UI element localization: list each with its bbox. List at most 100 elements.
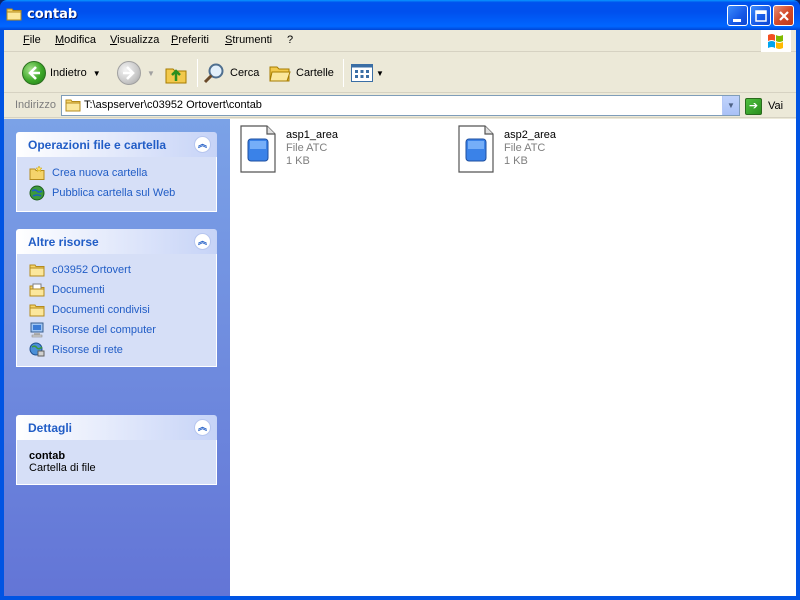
details-title: Dettagli — [28, 421, 73, 435]
menu-strumenti[interactable]: Strumenti — [225, 34, 272, 46]
other-places-panel: Altre risorse ︽ c03952 Ortovert Document… — [16, 229, 217, 367]
other-places-header[interactable]: Altre risorse ︽ — [16, 229, 217, 254]
details-panel: Dettagli ︽ contab Cartella di file — [16, 415, 217, 485]
go-button[interactable]: ➔ Vai — [745, 97, 793, 115]
file-name: asp1_area — [286, 129, 338, 141]
file-tasks-title: Operazioni file e cartella — [28, 138, 167, 152]
place-label: Risorse di rete — [52, 344, 123, 356]
computer-icon — [29, 322, 45, 338]
collapse-chevron-icon[interactable]: ︽ — [194, 136, 211, 153]
task-label: Pubblica cartella sul Web — [52, 187, 176, 199]
folders-icon — [269, 66, 291, 82]
other-places-title: Altre risorse — [28, 235, 99, 249]
back-dropdown-icon[interactable]: ▼ — [93, 69, 101, 78]
views-dropdown-icon[interactable]: ▼ — [376, 69, 384, 78]
go-arrow-icon: ➔ — [745, 97, 762, 115]
other-places-body: c03952 Ortovert Documenti Documenti cond… — [16, 254, 217, 367]
documents-icon — [29, 282, 45, 298]
details-body: contab Cartella di file — [16, 440, 217, 485]
new-folder-icon — [29, 165, 45, 181]
folders-button[interactable]: Cartelle — [268, 57, 334, 89]
window-border-bottom — [0, 596, 800, 600]
file-type: File ATC — [504, 142, 546, 154]
address-value: T:\aspserver\c03952 Ortovert\contab — [84, 99, 262, 111]
folder-icon — [6, 8, 22, 21]
forward-dropdown-icon[interactable]: ▼ — [147, 69, 155, 78]
window-title: contab — [27, 7, 78, 22]
file-list-view[interactable]: asp1_area File ATC 1 KB asp2_area File A… — [230, 119, 796, 596]
views-icon — [351, 64, 373, 82]
search-button[interactable]: Cerca — [202, 57, 259, 89]
file-tasks-body: Crea nuova cartella Pubblica cartella su… — [16, 157, 217, 212]
folder-icon — [65, 99, 81, 112]
publish-web-icon — [29, 185, 45, 201]
file-size: 1 KB — [286, 155, 310, 167]
close-icon — [779, 11, 789, 21]
back-label: Indietro — [50, 67, 87, 79]
toolbar-separator — [343, 59, 344, 87]
atc-file-icon — [458, 125, 494, 173]
window-client: File Modifica Visualizza Preferiti Strum… — [4, 30, 796, 596]
collapse-chevron-icon[interactable]: ︽ — [194, 419, 211, 436]
windows-logo — [761, 30, 791, 52]
folder-icon — [29, 262, 45, 278]
menu-preferiti[interactable]: Preferiti — [171, 34, 209, 46]
menu-help[interactable]: ? — [287, 34, 293, 46]
details-type: Cartella di file — [29, 462, 96, 474]
task-pane: Operazioni file e cartella ︽ Crea nuova … — [4, 119, 230, 596]
file-item[interactable]: asp1_area File ATC 1 KB — [230, 123, 430, 175]
title-bar[interactable]: contab — [0, 0, 800, 30]
forward-arrow-icon — [117, 61, 141, 85]
task-publish-web[interactable]: Pubblica cartella sul Web — [29, 183, 216, 203]
back-arrow-icon — [22, 61, 46, 85]
toolbar-separator — [197, 59, 198, 87]
maximize-icon — [755, 10, 767, 22]
task-label: Crea nuova cartella — [52, 167, 148, 179]
explorer-window: contab File Modifica Visualizza Preferit… — [0, 0, 800, 600]
address-dropdown-icon[interactable]: ▼ — [722, 96, 739, 115]
details-header[interactable]: Dettagli ︽ — [16, 415, 217, 440]
place-network[interactable]: Risorse di rete — [29, 340, 216, 360]
place-label: Documenti — [52, 284, 105, 296]
place-shared-documents[interactable]: Documenti condivisi — [29, 300, 216, 320]
collapse-chevron-icon[interactable]: ︽ — [194, 233, 211, 250]
folders-label: Cartelle — [296, 67, 334, 79]
address-bar: Indirizzo T:\aspserver\c03952 Ortovert\c… — [4, 94, 796, 118]
toolbar: Indietro ▼ ▼ Cerca Cartelle ▼ — [4, 53, 796, 93]
task-new-folder[interactable]: Crea nuova cartella — [29, 163, 216, 183]
search-label: Cerca — [230, 67, 260, 79]
menu-visualizza[interactable]: Visualizza — [110, 34, 159, 46]
windows-flag-icon — [768, 34, 783, 49]
file-item[interactable]: asp2_area File ATC 1 KB — [448, 123, 648, 175]
file-type: File ATC — [286, 142, 328, 154]
back-button[interactable]: Indietro ▼ — [22, 57, 101, 89]
up-folder-button[interactable] — [164, 57, 188, 89]
network-icon — [29, 342, 45, 358]
forward-button[interactable]: ▼ — [117, 57, 155, 89]
minimize-icon — [733, 19, 741, 22]
close-button[interactable] — [773, 5, 794, 26]
place-label: Risorse del computer — [52, 324, 156, 336]
place-my-computer[interactable]: Risorse del computer — [29, 320, 216, 340]
details-name: contab — [29, 450, 66, 462]
file-tasks-header[interactable]: Operazioni file e cartella ︽ — [16, 132, 217, 157]
place-documents[interactable]: Documenti — [29, 280, 216, 300]
place-parent-folder[interactable]: c03952 Ortovert — [29, 260, 216, 280]
views-button[interactable]: ▼ — [350, 57, 384, 89]
menu-file[interactable]: File — [23, 34, 41, 46]
file-size: 1 KB — [504, 155, 528, 167]
search-icon — [203, 63, 224, 84]
menu-modifica[interactable]: Modifica — [55, 34, 96, 46]
address-label: Indirizzo — [15, 99, 56, 111]
folder-icon — [29, 302, 45, 318]
address-input[interactable]: T:\aspserver\c03952 Ortovert\contab ▼ — [61, 95, 740, 116]
place-label: Documenti condivisi — [52, 304, 150, 316]
window-border-right — [796, 30, 800, 600]
maximize-button[interactable] — [750, 5, 771, 26]
menu-bar: File Modifica Visualizza Preferiti Strum… — [4, 30, 796, 52]
file-name: asp2_area — [504, 129, 556, 141]
atc-file-icon — [240, 125, 276, 173]
go-label: Vai — [768, 100, 784, 112]
minimize-button[interactable] — [727, 5, 748, 26]
file-tasks-panel: Operazioni file e cartella ︽ Crea nuova … — [16, 132, 217, 212]
